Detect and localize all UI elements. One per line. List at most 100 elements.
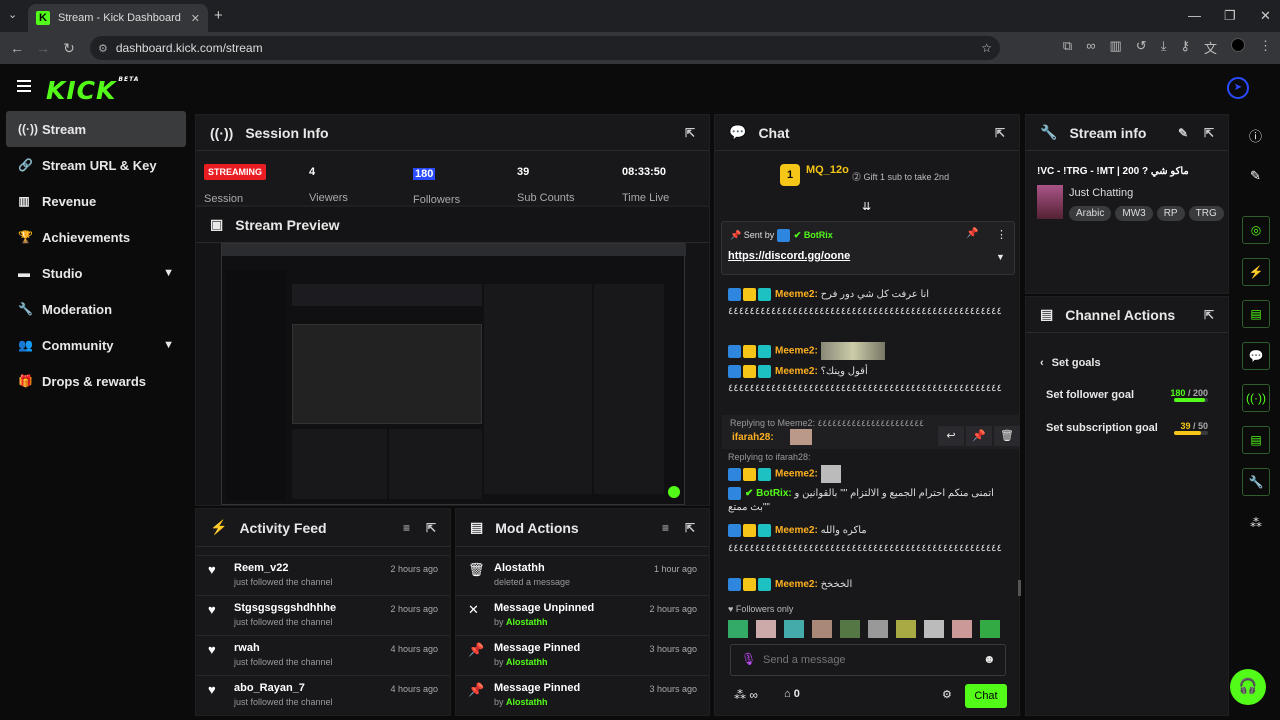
- subscription-goal-row[interactable]: Set subscription goal 39 / 50: [1026, 421, 1228, 435]
- back-icon[interactable]: ←: [4, 40, 30, 56]
- browser-tab[interactable]: K Stream - Kick Dashboard ✕: [28, 4, 208, 32]
- chevron-down-icon[interactable]: ▼: [163, 267, 174, 279]
- hamburger-menu-icon[interactable]: [17, 80, 31, 92]
- layout-icon[interactable]: ▤: [1242, 426, 1270, 454]
- sidebar-item-drops[interactable]: 🎁 Drops & rewards: [6, 363, 186, 399]
- pinned-link[interactable]: https://discord.gg/oone: [728, 250, 850, 262]
- chat-message[interactable]: Meeme2:: [728, 342, 885, 360]
- filter-icon[interactable]: ≡: [403, 521, 410, 535]
- sidebar-item-revenue[interactable]: ▥ Revenue: [6, 183, 186, 219]
- microphone-icon[interactable]: 🎙: [741, 652, 756, 666]
- chevron-left-icon: ‹: [1040, 357, 1044, 369]
- translate-icon[interactable]: 文: [1204, 38, 1217, 57]
- maximize-icon[interactable]: ❐: [1224, 8, 1236, 24]
- extension-puzzle-icon[interactable]: ⧉: [1063, 38, 1072, 57]
- close-window-icon[interactable]: ✕: [1260, 8, 1271, 24]
- broadcast-icon[interactable]: ((·)): [1242, 384, 1270, 412]
- reply-icon[interactable]: ↩: [938, 426, 964, 446]
- nested-session: [292, 284, 482, 306]
- chat-scrollbar[interactable]: [1018, 580, 1021, 596]
- popout-icon[interactable]: ⇱: [685, 521, 695, 535]
- site-info-icon[interactable]: ⚙: [98, 42, 108, 55]
- sidebar-item-achievements[interactable]: 🏆 Achievements: [6, 219, 186, 255]
- chat-input-box[interactable]: 🎙 ☻: [730, 644, 1006, 676]
- set-goals-back[interactable]: ‹ Set goals: [1026, 357, 1228, 369]
- camera-icon[interactable]: ◎: [1242, 216, 1270, 244]
- new-tab-icon[interactable]: +: [214, 7, 223, 24]
- filter-icon[interactable]: ≡: [662, 521, 669, 535]
- support-headset-button[interactable]: 🎧: [1230, 669, 1266, 705]
- sidebar-item-studio[interactable]: ▬ Studio ▼: [6, 255, 186, 291]
- gear-icon[interactable]: ⚙: [942, 688, 952, 701]
- chat-message[interactable]: Meeme2: أقول وينك؟: [728, 365, 868, 378]
- heart-icon: ♥: [208, 682, 216, 697]
- popout-icon[interactable]: ⇱: [995, 126, 1005, 140]
- chat-bubble-icon[interactable]: 💬: [1242, 342, 1270, 370]
- minimize-icon[interactable]: —: [1188, 8, 1201, 23]
- history-ext-icon[interactable]: ↺: [1136, 38, 1147, 57]
- pin-icon[interactable]: 📌: [966, 426, 992, 446]
- nested-support: [668, 486, 680, 498]
- profile-avatar[interactable]: [1231, 38, 1245, 52]
- key-icon[interactable]: ⚷: [1180, 38, 1190, 57]
- document-icon[interactable]: ▤: [1242, 300, 1270, 328]
- delete-icon[interactable]: 🗑: [994, 426, 1020, 446]
- tab-list-icon[interactable]: ⌄: [8, 8, 17, 21]
- panel-title: Activity Feed: [239, 519, 327, 536]
- chat-message[interactable]: Meeme2: انا عرفت كل شي دور فرح: [728, 288, 929, 301]
- chevron-down-icon[interactable]: ▼: [163, 339, 174, 351]
- forward-icon[interactable]: →: [30, 40, 56, 56]
- chat-message-input[interactable]: [763, 651, 973, 669]
- popout-icon[interactable]: ⇱: [426, 521, 436, 535]
- wrench-icon[interactable]: 🔧: [1242, 468, 1270, 496]
- browser-menu-icon[interactable]: ⋮: [1259, 38, 1272, 57]
- bolt-icon[interactable]: ⚡: [1242, 258, 1270, 286]
- broadcast-icon: ((·)): [18, 122, 38, 136]
- link-ext-icon[interactable]: ∞: [1086, 38, 1095, 57]
- follower-goal-row[interactable]: Set follower goal 180 / 200: [1026, 388, 1228, 402]
- edit-icon[interactable]: ✎: [1178, 126, 1188, 140]
- collapse-icon[interactable]: ⇊: [862, 200, 871, 213]
- bookmark-star-icon[interactable]: ☆: [981, 41, 992, 55]
- pinned-message[interactable]: 📌 Sent by ✔ BotRix https://discord.gg/oo…: [721, 221, 1015, 275]
- top-gifter-name[interactable]: MQ_12o: [806, 164, 849, 176]
- pin-icon[interactable]: 📌: [966, 228, 978, 239]
- settings-dots-icon[interactable]: ⁂ ∞: [734, 688, 758, 702]
- sidebar-item-label: Studio: [42, 265, 83, 281]
- chat-message[interactable]: Meeme2: ماكره والله: [728, 524, 867, 537]
- popout-icon[interactable]: ⇱: [1204, 126, 1214, 140]
- category-thumbnail: [1037, 185, 1063, 219]
- address-bar[interactable]: ⚙ dashboard.kick.com/stream ☆: [90, 36, 1000, 60]
- sidebar-item-label: Community: [42, 337, 114, 353]
- points-display[interactable]: ⌂ 0: [784, 688, 800, 700]
- chevron-down-icon[interactable]: ▼: [996, 252, 1005, 262]
- compass-icon[interactable]: ➤: [1227, 77, 1249, 99]
- chat-message-cont: ٤٤٤٤٤٤٤٤٤٤٤٤٤٤٤٤٤٤٤٤٤٤٤٤٤٤٤٤٤٤٤٤٤٤٤٤٤٤٤٤…: [728, 383, 1002, 394]
- download-icon[interactable]: ⤓: [1161, 38, 1167, 57]
- info-icon[interactable]: ⓘ: [1249, 126, 1262, 145]
- gift-sub-text[interactable]: ⓶ Gift 1 sub to take 2nd: [852, 170, 949, 183]
- emote-bar[interactable]: [728, 620, 1006, 640]
- edit-layout-icon[interactable]: ✎: [1250, 168, 1261, 184]
- more-icon[interactable]: ⋮: [996, 228, 1007, 241]
- kick-logo[interactable]: KICK BETA: [46, 76, 139, 105]
- chat-message[interactable]: Meeme2: الخخخخ: [728, 578, 852, 591]
- chat-send-button[interactable]: Chat: [965, 684, 1007, 708]
- sidebar-item-moderation[interactable]: 🔧 Moderation: [6, 291, 186, 327]
- trash-ext-icon[interactable]: ▥: [1110, 38, 1122, 57]
- popout-icon[interactable]: ⇱: [685, 126, 695, 140]
- chat-message-hover[interactable]: Replying to Meeme2: ٤٤٤٤٤٤٤٤٤٤٤٤٤٤٤٤٤٤٤٤…: [722, 415, 1020, 449]
- reload-icon[interactable]: ↻: [56, 40, 82, 57]
- chat-username[interactable]: ifarah28:: [732, 432, 774, 443]
- popout-icon[interactable]: ⇱: [1204, 308, 1214, 322]
- mod-action-item: 📌 Message Pinned by Alostathh 3 hours ago: [456, 675, 709, 715]
- sidebar-item-community[interactable]: 👥 Community ▼: [6, 327, 186, 363]
- sidebar-item-stream[interactable]: ((·)) Stream: [6, 111, 186, 147]
- emoji-icon[interactable]: ☻: [983, 652, 996, 666]
- stream-video-thumbnail[interactable]: [221, 243, 686, 505]
- sidebar-item-stream-url[interactable]: 🔗 Stream URL & Key: [6, 147, 186, 183]
- close-tab-icon[interactable]: ✕: [191, 12, 200, 25]
- community-icon[interactable]: ⁂: [1250, 516, 1262, 530]
- chat-message[interactable]: ✔ BotRix: اتمنى منكم احترام الجميع و الا…: [728, 487, 1004, 515]
- chat-message[interactable]: Meeme2:: [728, 465, 841, 483]
